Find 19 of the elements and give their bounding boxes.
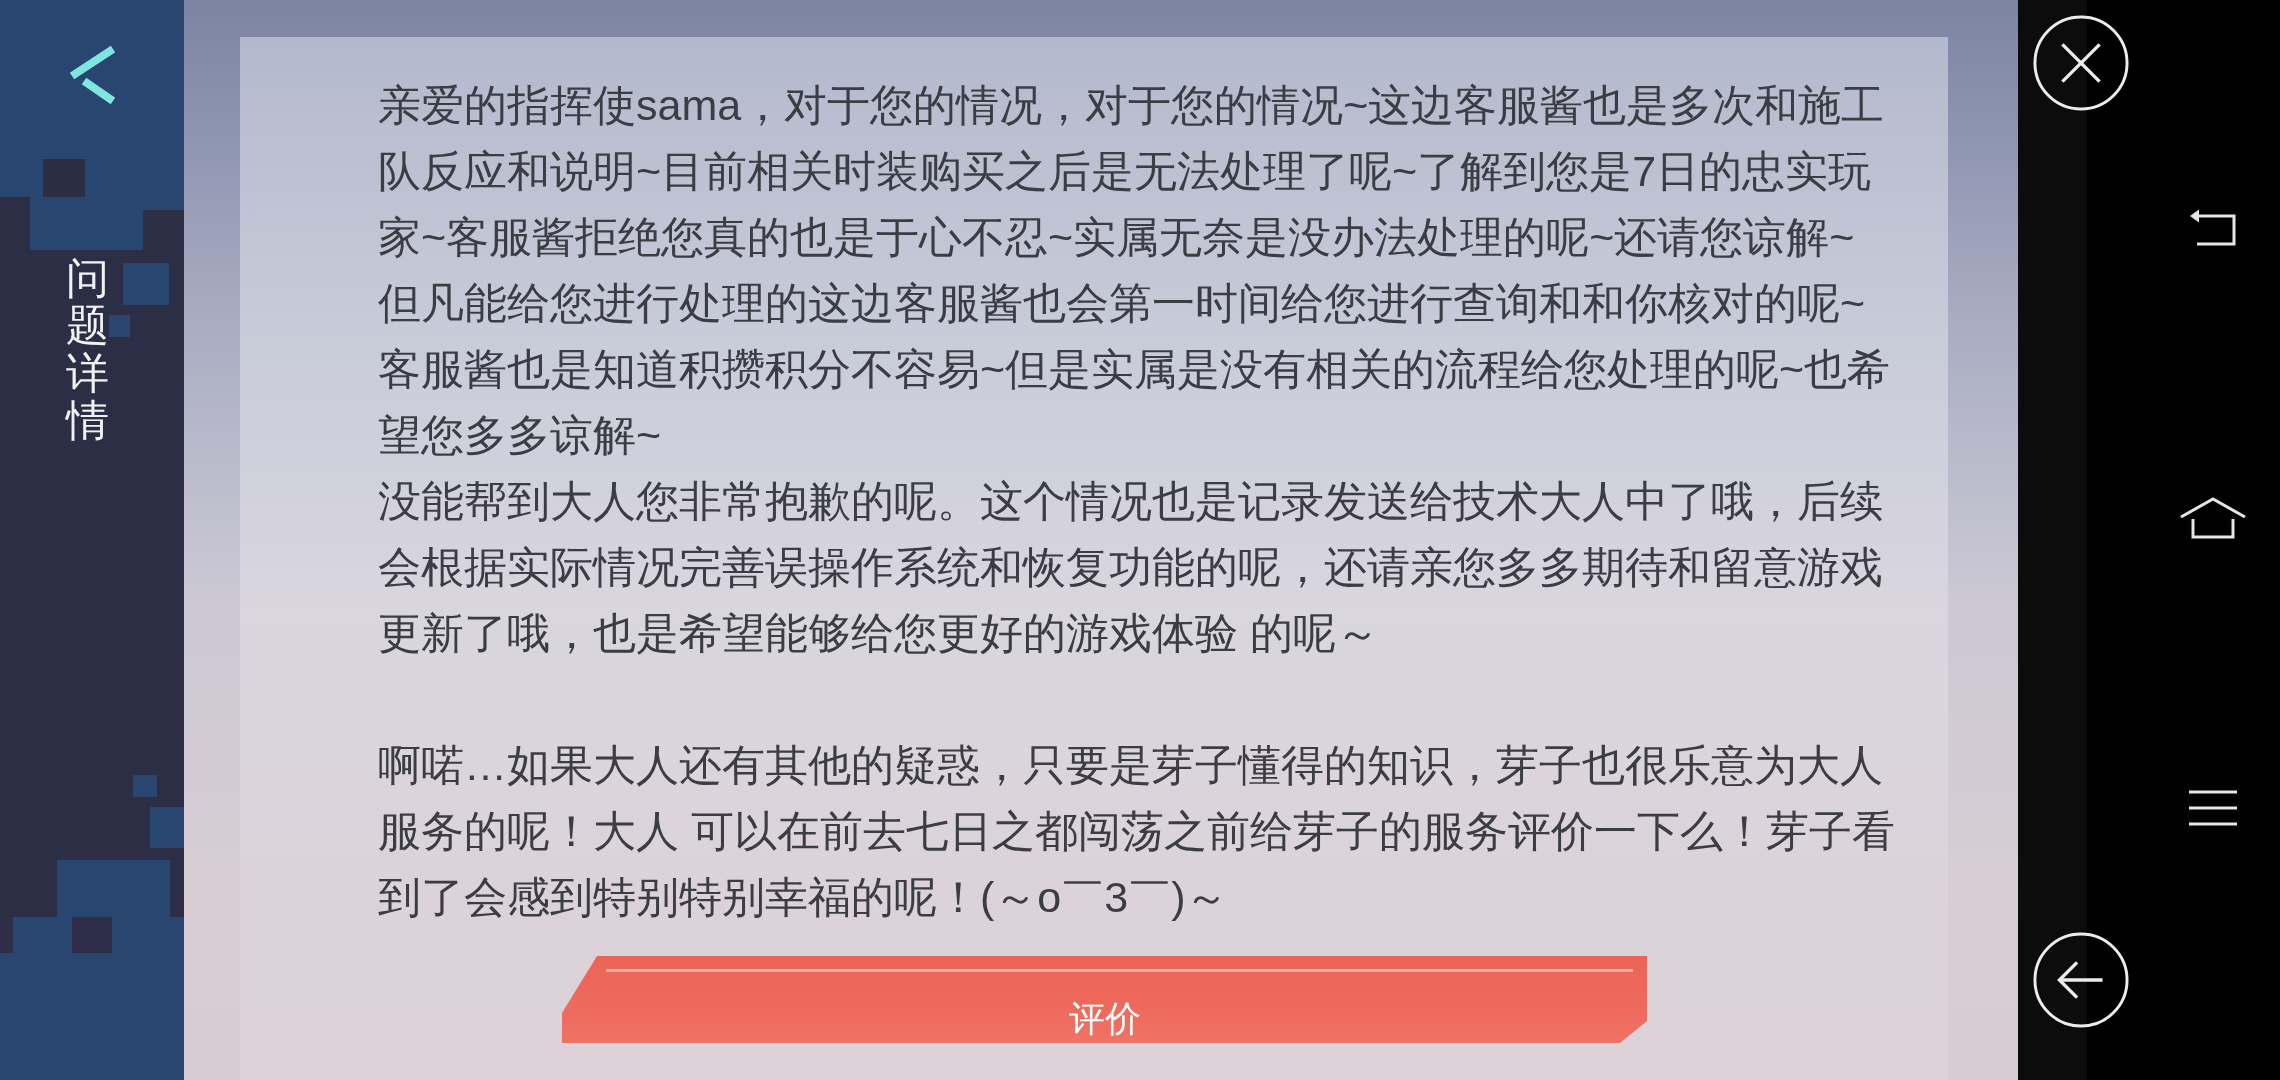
chevron-left-icon	[69, 45, 115, 105]
rate-button[interactable]: 评价	[562, 956, 1647, 1043]
back-button[interactable]	[69, 45, 115, 105]
message-paragraph: 啊喏…如果大人还有其他的疑惑，只要是芽子懂得的知识，芽子也很乐意为大人服务的呢！大人 可以在前去七日之都闯荡之前给芽子的服务评价一下么！芽子看到了会感到特别特别幸福的呢！(～o￣3￣)～	[378, 740, 1896, 923]
back-arrow-button[interactable]	[2032, 931, 2130, 1029]
message-paragraph: 客服酱也是知道积攒积分不容易~但是实属是没有相关的流程给您处理的呢~也希望您多多谅解~	[378, 344, 1892, 461]
menu-icon	[2188, 790, 2237, 826]
return-arrow-icon	[2188, 208, 2237, 246]
page-title: 问题详情	[66, 255, 109, 445]
nav-back-button[interactable]	[2188, 208, 2237, 246]
close-button[interactable]	[2032, 14, 2130, 112]
nav-menu-button[interactable]	[2188, 790, 2237, 826]
message-paragraph: 但凡能给您进行处理的这边客服酱也会第一时间给您进行查询和和你核对的呢~	[378, 278, 1867, 329]
message-paragraph: 亲爱的指挥使sama，对于您的情况，对于您的情况~这边客服酱也是多次和施工队反应和说明~目前相关时装购买之后是无法处理了呢~了解到您是7日的忠实玩家~客服酱拒绝您真的也是于心不忍~实属无奈是没办法处理的呢~还请您谅解~	[378, 80, 1886, 263]
arrow-left-icon	[2032, 931, 2130, 1029]
home-icon	[2178, 497, 2247, 539]
message-paragraph: 没能帮到大人您非常抱歉的呢。这个情况也是记录发送给技术大人中了哦，后续会根据实际情况完善误操作系统和恢复功能的呢，还请亲您多多期待和留意游戏更新了哦，也是希望能够给您更好的游戏体验 的呢～	[378, 476, 1884, 659]
close-icon	[2032, 14, 2130, 112]
nav-home-button[interactable]	[2178, 497, 2247, 539]
